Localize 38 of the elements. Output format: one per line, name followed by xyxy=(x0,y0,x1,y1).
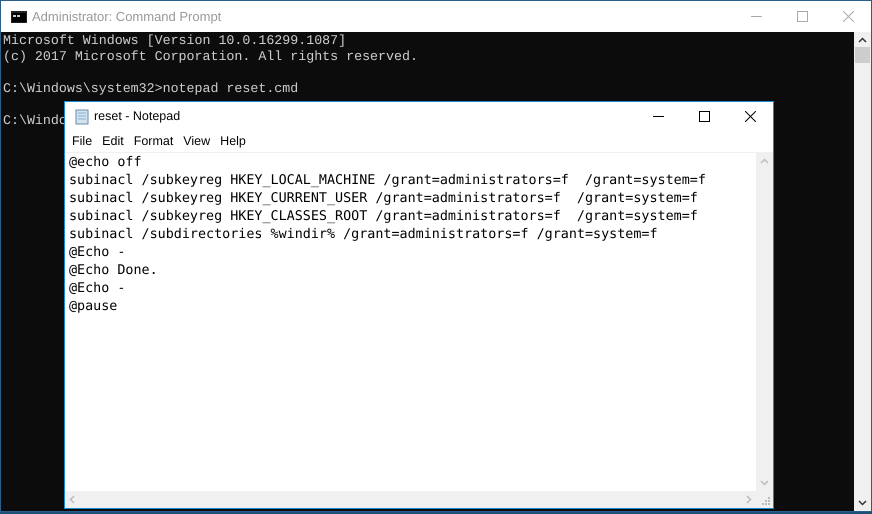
console-icon xyxy=(11,10,27,22)
close-icon xyxy=(842,11,854,22)
menu-item[interactable]: Edit xyxy=(97,132,129,151)
minimize-icon xyxy=(652,116,664,117)
text-line: subinacl /subkeyreg HKEY_CURRENT_USER /grant=administrators=f /grant=system=f xyxy=(69,190,698,208)
text-line: @echo off xyxy=(69,154,142,172)
resize-grip-icon[interactable] xyxy=(762,497,771,506)
scroll-down-icon xyxy=(760,480,769,486)
scroll-right-icon xyxy=(746,495,752,504)
scroll-down-icon xyxy=(858,500,867,506)
menu-item[interactable]: View xyxy=(178,132,216,151)
minimize-icon xyxy=(750,16,762,17)
text-line: subinacl /subkeyreg HKEY_LOCAL_MACHINE /grant=administrators=f /grant=system=f xyxy=(69,172,706,190)
text-line: @Echo Done. xyxy=(69,262,158,280)
console-line: C:\Windows\system32>notepad reset.cmd xyxy=(3,81,298,97)
window-title: reset - Notepad xyxy=(94,108,180,126)
console-line: (c) 2017 Microsoft Corporation. All rights reserved. xyxy=(3,49,418,65)
text-line: @Echo - xyxy=(69,280,126,298)
maximize-icon xyxy=(796,11,808,22)
scrollbar[interactable] xyxy=(756,153,773,491)
text-line: subinacl /subkeyreg HKEY_CLASSES_ROOT /grant=administrators=f /grant=system=f xyxy=(69,208,698,226)
scroll-thumb[interactable] xyxy=(855,47,870,63)
scroll-up-icon xyxy=(858,37,867,43)
console-line: Microsoft Windows [Version 10.0.16299.1087] xyxy=(3,33,346,49)
menu-item[interactable]: Help xyxy=(215,132,251,151)
window-title: Administrator: Command Prompt xyxy=(32,8,222,26)
scroll-up-icon xyxy=(760,158,769,164)
scrollbar[interactable] xyxy=(854,32,871,511)
close-icon xyxy=(744,111,756,122)
menu-item[interactable]: File xyxy=(67,132,98,151)
menu-item[interactable]: Format xyxy=(128,132,178,151)
scrollbar[interactable] xyxy=(65,491,756,508)
scroll-left-icon xyxy=(69,495,75,504)
notepad-icon xyxy=(75,108,89,124)
text-line: @Echo - xyxy=(69,244,126,262)
text-line: @pause xyxy=(69,298,118,316)
maximize-icon xyxy=(698,111,710,122)
text-line: subinacl /subdirectories %windir% /grant=administrators=f /grant=system=f xyxy=(69,226,658,244)
